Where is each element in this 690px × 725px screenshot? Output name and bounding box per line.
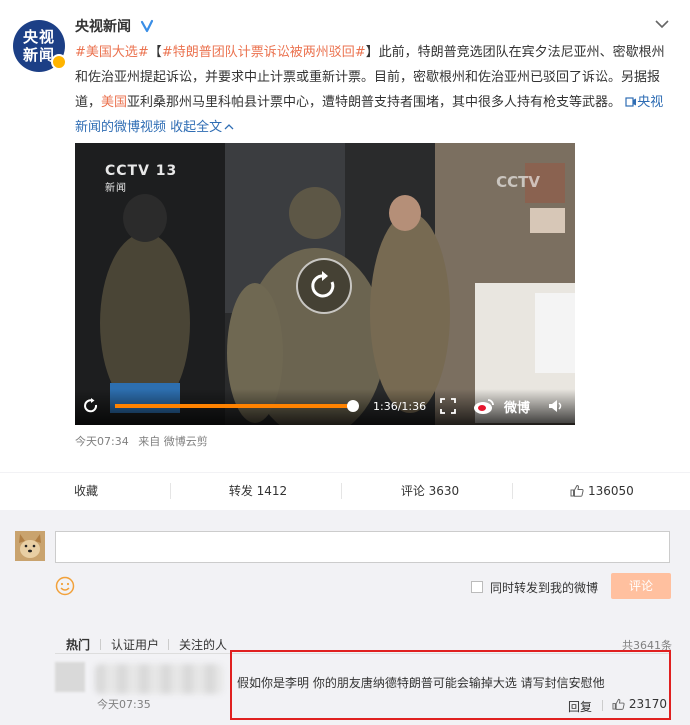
divider	[341, 483, 342, 499]
weibo-watermark: 微博	[503, 401, 530, 416]
highlight-box	[230, 650, 671, 720]
comment-label: 评论 3630	[400, 484, 460, 498]
fullscreen-icon[interactable]	[439, 397, 457, 415]
post-text: #美国大选#【#特朗普团队计票诉讼被两州驳回#】此前，特朗普竞选团队在宾夕法尼亚…	[75, 40, 670, 140]
bracket-open: 【	[148, 45, 162, 60]
country-link[interactable]: 美国	[101, 95, 127, 110]
video-progress-handle[interactable]	[347, 400, 359, 412]
cctv13-watermark: CCTV 13 新闻	[105, 163, 177, 195]
tab-verified-users[interactable]: 认证用户	[111, 636, 159, 653]
repost-button[interactable]: 转发 1412	[172, 473, 344, 509]
post-meta: 今天07:34 来自 微博云剪	[75, 433, 208, 449]
cctv-watermark: CCTV	[496, 173, 540, 191]
chevron-down-icon[interactable]	[654, 18, 670, 30]
emoji-icon[interactable]	[55, 576, 75, 596]
cctv-channel: CCTV 13	[105, 163, 178, 179]
tab-following[interactable]: 关注的人	[179, 636, 227, 653]
author-avatar[interactable]: 央视新闻	[13, 20, 67, 72]
chevron-up-icon	[224, 124, 234, 130]
video-time: 1:36/1:36	[373, 400, 427, 413]
collapse-link[interactable]: 收起全文	[170, 120, 234, 135]
commenter-avatar[interactable]	[55, 662, 85, 692]
tab-hot[interactable]: 热门	[66, 636, 90, 653]
replay-button[interactable]	[296, 258, 352, 314]
dog-avatar-image	[15, 531, 45, 561]
video-player[interactable]: CCTV 13 新闻 CCTV 1:36/1:36 微博	[75, 143, 575, 425]
video-link-icon	[625, 97, 637, 107]
author-name[interactable]: 央视新闻	[75, 16, 154, 36]
comment-time: 今天07:35	[97, 698, 151, 711]
comment-section: 同时转发到我的微博 评论 热门 认证用户 关注的人 共3641条 今天07:35…	[0, 510, 690, 725]
bracket-close: 】	[365, 45, 379, 60]
repost-label: 转发 1412	[228, 484, 288, 498]
divider	[512, 483, 513, 499]
volume-icon[interactable]	[547, 397, 565, 415]
post-time[interactable]: 今天07:34	[75, 435, 129, 448]
verified-v-icon	[140, 19, 153, 33]
like-count: 136050	[588, 484, 634, 498]
commenter-name-blurred[interactable]	[95, 664, 223, 694]
post-actions: 收藏 转发 1412 评论 3630 136050	[0, 472, 690, 508]
divider	[100, 639, 101, 650]
hashtag-link[interactable]: #特朗普团队计票诉讼被两州驳回#	[162, 45, 366, 60]
comment-input[interactable]	[55, 531, 670, 563]
video-progress-fill	[115, 404, 353, 408]
current-user-avatar[interactable]	[15, 531, 45, 561]
favorite-label: 收藏	[73, 484, 98, 498]
like-button[interactable]: 136050	[516, 473, 688, 509]
replay-icon	[311, 271, 335, 298]
favorite-button[interactable]: 收藏	[0, 473, 172, 509]
divider	[168, 639, 169, 650]
weibo-logo-icon	[474, 399, 494, 414]
post-source[interactable]: 来自 微博云剪	[138, 435, 208, 448]
author-name-text[interactable]: 央视新闻	[75, 19, 131, 35]
post-body-2: 亚利桑那州马里科帕县计票中心，遭特朗普支持者围堵，其中很多人持有枪支等武器。	[127, 95, 622, 110]
comment-button[interactable]: 评论 3630	[344, 473, 516, 509]
verified-badge-icon	[51, 54, 67, 70]
collapse-label[interactable]: 收起全文	[170, 120, 222, 135]
hashtag-link[interactable]: #美国大选#	[75, 45, 149, 60]
submit-comment-button[interactable]: 评论	[611, 573, 671, 599]
divider	[170, 483, 171, 499]
thumbs-up-icon	[570, 484, 584, 497]
video-progress-track[interactable]	[115, 400, 359, 412]
repost-checkbox-label[interactable]: 同时转发到我的微博	[490, 579, 598, 596]
weibo-post-card: 央视新闻 央视新闻 #美国大选#【#特朗普团队计票诉讼被两州驳回#】此前，特朗普…	[0, 0, 690, 725]
replay-small-icon[interactable]	[83, 397, 101, 415]
cctv-news-label: 新闻	[105, 183, 127, 194]
repost-checkbox[interactable]	[471, 581, 483, 593]
